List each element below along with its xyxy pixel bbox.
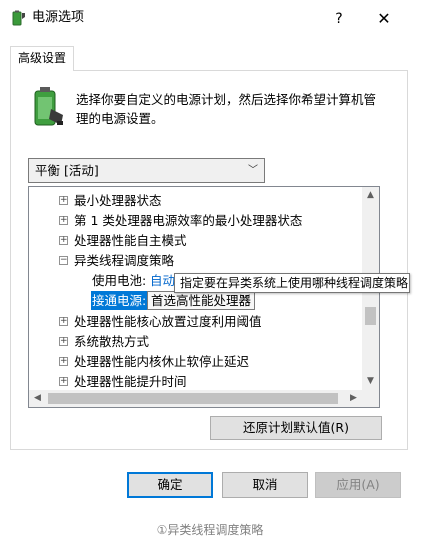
scroll-up-icon[interactable]: ▲ bbox=[362, 187, 379, 204]
scroll-right-icon[interactable]: ▶ bbox=[345, 390, 362, 407]
plugged-label: 接通电源: bbox=[91, 291, 148, 310]
tooltip: 指定要在异类系统上使用哪种线程调度策略 bbox=[174, 273, 410, 293]
power-options-dialog: 电源选项 ? ✕ 高级设置 选择你要自定义的电源计划，然后选择你希望计算机管理的… bbox=[0, 0, 420, 516]
chevron-down-icon: ﹀ bbox=[248, 165, 258, 176]
expand-icon[interactable]: + bbox=[59, 236, 68, 245]
title-bar: 电源选项 ? ✕ bbox=[0, 0, 420, 36]
scrollbar-corner bbox=[362, 390, 379, 407]
battery-value[interactable]: 自动 bbox=[150, 271, 175, 290]
tree-item[interactable]: + 处理器性能内核休止软停止延迟 bbox=[29, 352, 359, 371]
cancel-button[interactable]: 取消 bbox=[222, 472, 308, 498]
chevron-down-icon: ﹀ bbox=[240, 295, 250, 306]
expand-icon[interactable]: + bbox=[59, 196, 68, 205]
close-icon[interactable]: ✕ bbox=[372, 7, 396, 31]
collapse-icon[interactable]: − bbox=[59, 256, 68, 265]
plugged-in-select[interactable]: 首选高性能处理器 ﹀ bbox=[147, 291, 255, 310]
expand-icon[interactable]: + bbox=[59, 216, 68, 225]
settings-tree[interactable]: + 最小处理器状态 + 第 1 类处理器电源效率的最小处理器状态 + 处理器性能… bbox=[28, 186, 380, 408]
scroll-thumb[interactable] bbox=[365, 307, 376, 325]
tree-item-label: 异类线程调度策略 bbox=[74, 253, 175, 268]
intro-text: 选择你要自定义的电源计划，然后选择你希望计算机管理的电源设置。 bbox=[76, 92, 377, 126]
plugged-setting-row: 接通电源: 首选高性能处理器 ﹀ bbox=[29, 291, 359, 310]
tree-item[interactable]: + 处理器性能自主模式 bbox=[29, 231, 359, 250]
expand-icon[interactable]: + bbox=[59, 357, 68, 366]
plugged-value: 首选高性能处理器 bbox=[151, 293, 252, 308]
help-button[interactable]: ? bbox=[327, 7, 351, 31]
power-plan-select[interactable]: 平衡 [活动] ﹀ bbox=[28, 158, 265, 183]
tree-item-label: 系统散热方式 bbox=[74, 334, 150, 349]
battery-plan-icon bbox=[34, 87, 63, 126]
horizontal-scrollbar[interactable]: ◀ ▶ bbox=[29, 390, 362, 407]
battery-label: 使用电池: bbox=[92, 273, 147, 288]
tree-item[interactable]: + 处理器性能提升时间 bbox=[29, 372, 359, 391]
window-title: 电源选项 bbox=[32, 10, 85, 25]
tree-item-expanded[interactable]: − 异类线程调度策略 bbox=[29, 251, 359, 270]
tree-item[interactable]: + 第 1 类处理器电源效率的最小处理器状态 bbox=[29, 211, 359, 230]
tree-item[interactable]: + 系统散热方式 bbox=[29, 332, 359, 351]
tree-item-label: 第 1 类处理器电源效率的最小处理器状态 bbox=[74, 213, 303, 228]
tree-item[interactable]: + 处理器性能核心放置过度利用阈值 bbox=[29, 312, 359, 331]
expand-icon[interactable]: + bbox=[59, 337, 68, 346]
tree-item-label: 处理器性能提升时间 bbox=[74, 374, 187, 389]
power-options-icon bbox=[12, 10, 25, 26]
restore-defaults-button[interactable]: 还原计划默认值(R) bbox=[210, 416, 382, 440]
ok-button[interactable]: 确定 bbox=[127, 472, 213, 498]
tree-item-label: 处理器性能内核休止软停止延迟 bbox=[74, 354, 250, 369]
tree-item[interactable]: + 最小处理器状态 bbox=[29, 191, 359, 210]
tab-advanced-settings[interactable]: 高级设置 bbox=[10, 46, 74, 71]
expand-icon[interactable]: + bbox=[59, 317, 68, 326]
expand-icon[interactable]: + bbox=[59, 377, 68, 386]
scroll-left-icon[interactable]: ◀ bbox=[29, 390, 46, 407]
tree-item-label: 处理器性能自主模式 bbox=[74, 233, 187, 248]
figure-caption: ①异类线程调度策略 bbox=[156, 523, 264, 537]
apply-button[interactable]: 应用(A) bbox=[315, 472, 401, 498]
tree-item-label: 处理器性能核心放置过度利用阈值 bbox=[74, 314, 262, 329]
scroll-down-icon[interactable]: ▼ bbox=[362, 373, 379, 390]
scroll-thumb[interactable] bbox=[48, 393, 338, 404]
power-plan-value: 平衡 [活动] bbox=[35, 163, 99, 178]
tree-item-label: 最小处理器状态 bbox=[74, 193, 162, 208]
